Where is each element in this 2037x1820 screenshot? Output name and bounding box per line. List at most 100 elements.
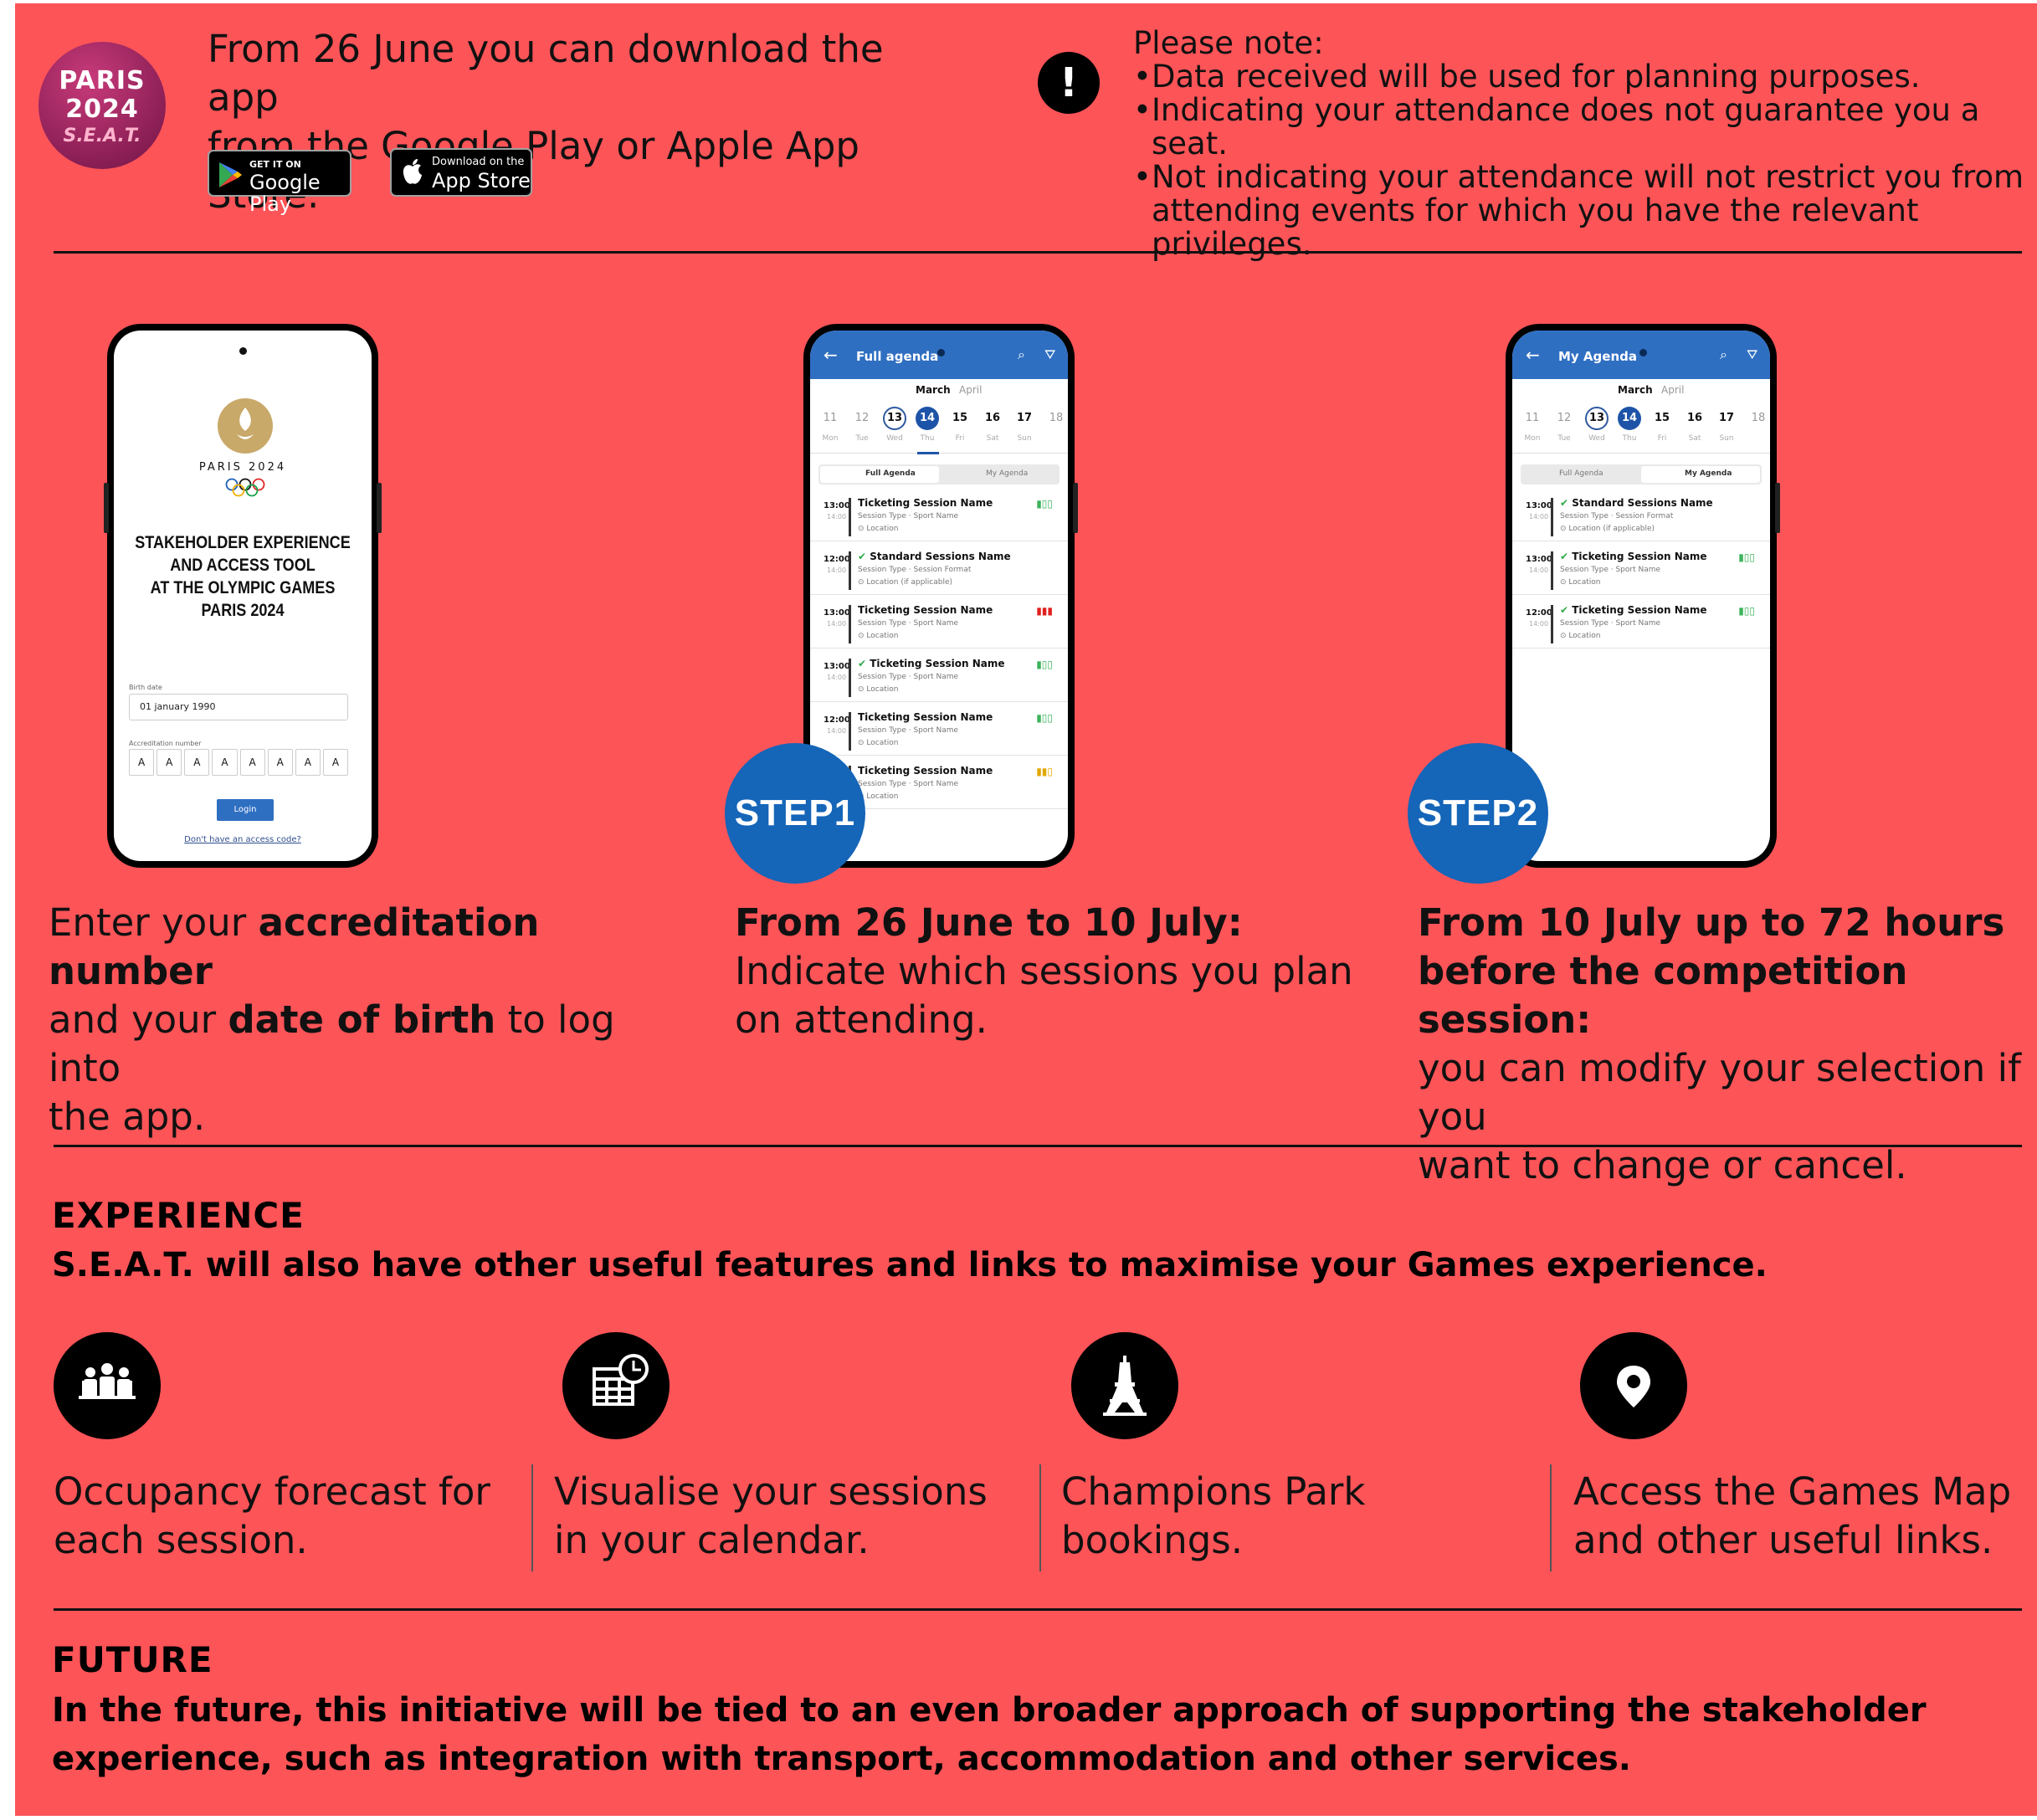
session-row[interactable]: 13:00 14:00 ✔ Ticketing Session Name Sessio… xyxy=(810,650,1068,702)
session-row[interactable]: 13:00 14:00 Ticketing Session Name Session … xyxy=(810,490,1068,541)
day-name: Fri xyxy=(1657,434,1667,443)
phone-button xyxy=(1073,483,1078,533)
session-type: Session Type · Sport Name xyxy=(1560,566,1661,574)
session-type: Session Type · Session Format xyxy=(858,566,972,574)
calendar-day[interactable]: 12 xyxy=(850,407,874,430)
session-row[interactable]: 12:00 14:00 ✔ Standard Sessions Name Sessio… xyxy=(810,543,1068,595)
desc-text: want to change or cancel. xyxy=(1418,1143,1907,1187)
session-end-time: 14:00 xyxy=(827,674,847,681)
future-heading: FUTURE xyxy=(52,1639,213,1680)
session-row[interactable]: 13:00 14:00 ✔ Ticketing Session Name Sessio… xyxy=(1512,543,1770,595)
apple-big-text: App Store xyxy=(432,169,531,192)
accreditation-number-field[interactable]: A A A A A A A A xyxy=(129,749,348,776)
calendar-day[interactable]: 12 xyxy=(1552,407,1576,430)
day-name: Wed xyxy=(1588,434,1605,443)
calendar-day-selected[interactable]: 14 xyxy=(1618,407,1641,430)
session-end-time: 14:00 xyxy=(1529,513,1549,520)
search-icon[interactable]: ⌕ xyxy=(1720,346,1727,363)
back-arrow-icon[interactable]: ← xyxy=(1526,345,1540,365)
session-row[interactable]: 12:00 14:00 ✔ Ticketing Session Name Sessio… xyxy=(1512,597,1770,649)
calendar-day[interactable]: 11 xyxy=(818,407,842,430)
feature-text: Access the Games Map xyxy=(1573,1469,2012,1514)
tab-my-agenda[interactable]: My Agenda xyxy=(986,469,1028,478)
future-line: In the future, this initiative will be t… xyxy=(52,1691,1927,1730)
feature-text: Visualise your sessions xyxy=(554,1469,988,1514)
session-start-time: 13:00 xyxy=(824,501,850,510)
paris-2024-seat-logo: PARIS 2024 S.E.A.T. xyxy=(38,42,166,169)
session-type: Session Type · Sport Name xyxy=(858,726,959,735)
map-pin-icon xyxy=(1580,1332,1687,1439)
month-current[interactable]: March xyxy=(1618,384,1653,396)
month-current[interactable]: March xyxy=(916,384,951,396)
calendar-day[interactable]: 15 xyxy=(1650,407,1674,430)
session-row[interactable]: 13:00 14:00 ✔ Standard Sessions Name Sessio… xyxy=(1512,490,1770,541)
please-note-block: Please note: Data received will be used … xyxy=(1133,27,2037,261)
back-arrow-icon[interactable]: ← xyxy=(824,345,838,365)
login-title-line: AND ACCESS TOOL xyxy=(170,556,316,575)
feature-text: Champions Park xyxy=(1061,1469,1366,1514)
day-name: Sat xyxy=(1688,434,1701,443)
app-store-badge[interactable]: Download on the App Store xyxy=(390,148,532,197)
session-name: Ticketing Session Name xyxy=(858,765,993,777)
occupancy-icon: ▮▮▯ xyxy=(1036,766,1053,777)
filter-icon[interactable]: ⛛ xyxy=(1747,346,1757,363)
accreditation-char[interactable]: A xyxy=(267,749,293,776)
logo-line-3: S.E.A.T. xyxy=(63,126,141,146)
month-next[interactable]: April xyxy=(959,384,982,396)
feature-text: and other useful links. xyxy=(1573,1518,1993,1562)
google-play-badge[interactable]: GET IT ON Google Play xyxy=(208,150,351,215)
session-bar xyxy=(1551,498,1553,536)
desc-text: Enter your xyxy=(49,900,259,945)
no-access-code-link[interactable]: Don't have an access code? xyxy=(114,835,372,844)
calendar-day[interactable]: 18 xyxy=(1747,407,1770,430)
calendar-day[interactable]: 18 xyxy=(1044,407,1068,430)
search-icon[interactable]: ⌕ xyxy=(1018,346,1025,363)
tab-my-agenda[interactable]: My Agenda xyxy=(1685,469,1732,478)
occupancy-icon: ▮▯▯ xyxy=(1036,712,1053,724)
accreditation-char[interactable]: A xyxy=(184,749,210,776)
calendar-day[interactable]: 17 xyxy=(1715,407,1738,430)
month-next[interactable]: April xyxy=(1661,384,1684,396)
accreditation-char[interactable]: A xyxy=(129,749,155,776)
birth-date-field[interactable]: 01 january 1990 xyxy=(129,694,348,720)
feature-champions-park: Champions Park bookings. xyxy=(1061,1468,1365,1565)
calendar-day[interactable]: 11 xyxy=(1521,407,1544,430)
session-bar xyxy=(849,605,851,643)
session-name: Ticketing Session Name xyxy=(858,711,993,723)
tab-full-agenda[interactable]: Full Agenda xyxy=(865,469,916,478)
agenda-toggle[interactable]: Full Agenda My Agenda xyxy=(1521,464,1762,484)
accreditation-char[interactable]: A xyxy=(239,749,265,776)
session-row[interactable]: 13:00 14:00 Ticketing Session Name Session … xyxy=(810,597,1068,649)
calendar-day-today[interactable]: 13 xyxy=(1585,407,1609,430)
login-phone: PARIS 2024 STAKEHOLDER EXPERIENCE AND AC… xyxy=(104,324,382,868)
session-end-time: 14:00 xyxy=(827,567,847,574)
accreditation-char[interactable]: A xyxy=(156,749,182,776)
session-start-time: 12:00 xyxy=(824,715,850,725)
people-icon xyxy=(54,1332,161,1439)
feature-text: bookings. xyxy=(1061,1518,1244,1562)
experience-heading: EXPERIENCE xyxy=(52,1195,305,1236)
check-icon: ✔ xyxy=(858,658,870,669)
calendar-day[interactable]: 16 xyxy=(1683,407,1706,430)
calendar-day-selected[interactable]: 14 xyxy=(916,407,939,430)
calendar-day[interactable]: 15 xyxy=(948,407,972,430)
accreditation-char[interactable]: A xyxy=(322,749,348,776)
session-location: ⊙ Location (if applicable) xyxy=(858,578,953,587)
occupancy-icon: ▮▯▯ xyxy=(1036,659,1053,670)
check-icon: ✔ xyxy=(1560,551,1573,562)
session-start-time: 12:00 xyxy=(1526,608,1552,618)
agenda-toggle[interactable]: Full Agenda My Agenda xyxy=(818,464,1060,484)
feature-calendar: Visualise your sessions in your calendar… xyxy=(554,1468,988,1565)
accreditation-char[interactable]: A xyxy=(295,749,321,776)
day-name: Mon xyxy=(822,434,839,443)
divider xyxy=(1039,1464,1041,1571)
session-row[interactable]: 12:00 14:00 Ticketing Session Name Session … xyxy=(810,704,1068,756)
desc-bold: From 10 July up to 72 hours xyxy=(1418,900,2005,945)
calendar-day-today[interactable]: 13 xyxy=(883,407,906,430)
filter-icon[interactable]: ⛛ xyxy=(1044,346,1055,363)
login-button[interactable]: Login xyxy=(217,799,274,821)
calendar-day[interactable]: 17 xyxy=(1013,407,1036,430)
calendar-day[interactable]: 16 xyxy=(981,407,1004,430)
tab-full-agenda[interactable]: Full Agenda xyxy=(1559,469,1603,478)
accreditation-char[interactable]: A xyxy=(212,749,238,776)
